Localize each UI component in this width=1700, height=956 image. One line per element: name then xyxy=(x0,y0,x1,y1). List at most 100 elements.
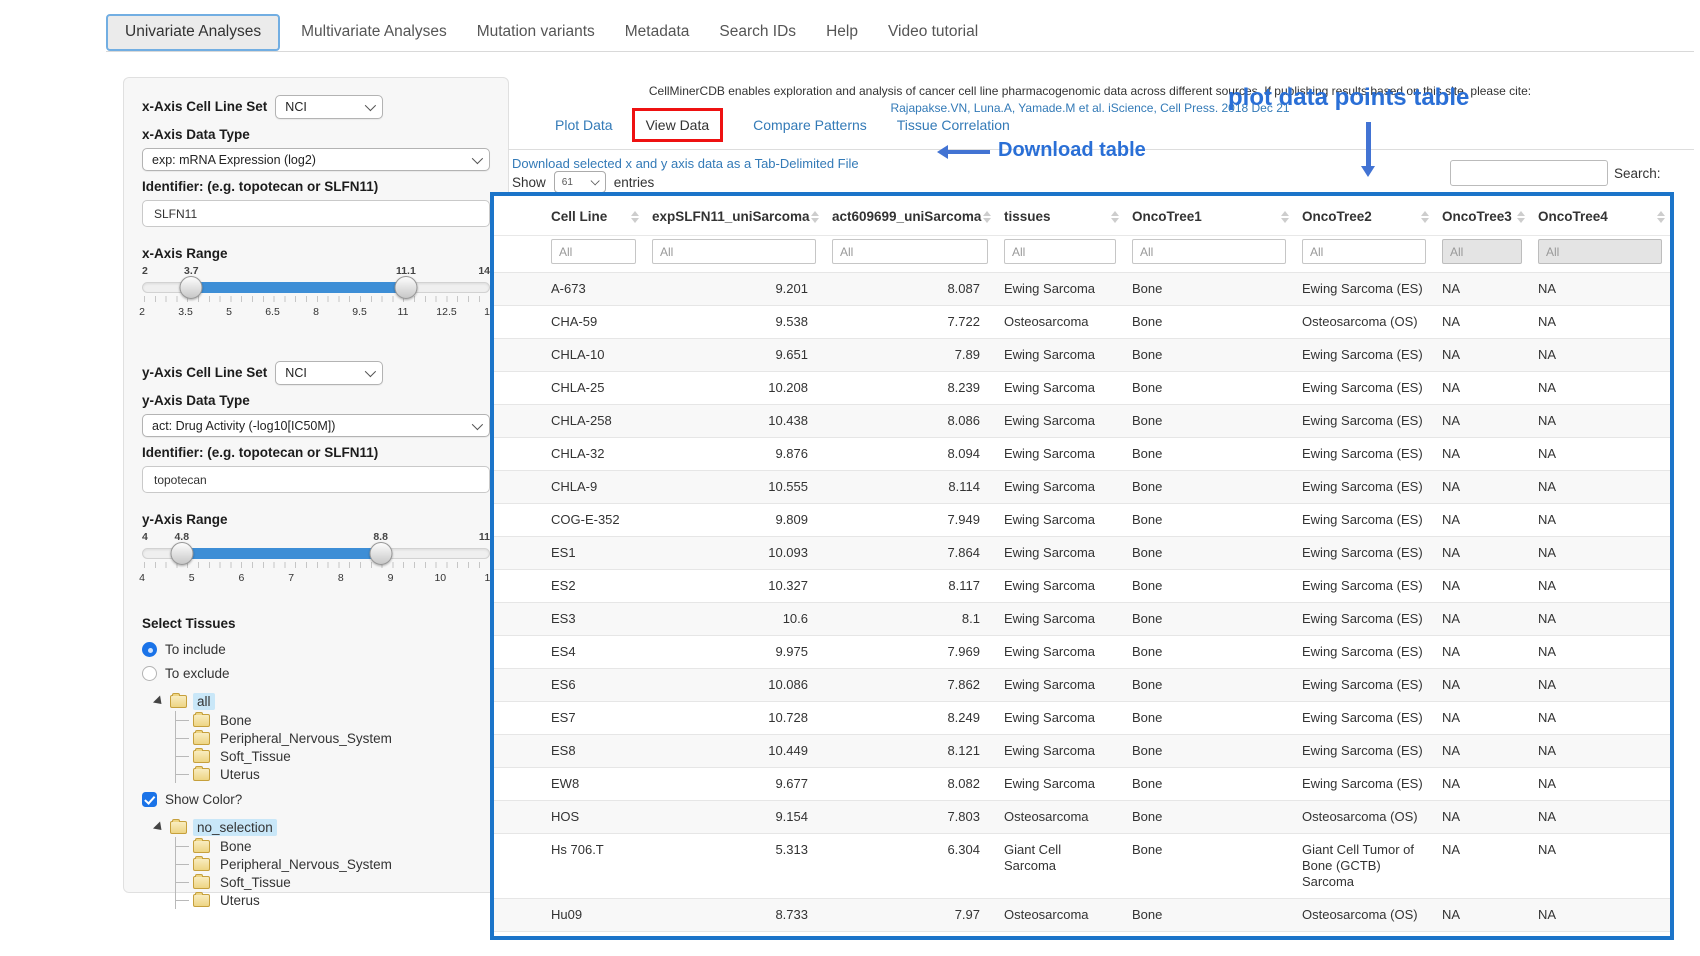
tree-node-uterus[interactable]: Uterus xyxy=(176,891,490,909)
cell-oncotree3: NA xyxy=(1434,273,1530,306)
cell-tissues: Osteosarcoma xyxy=(996,801,1124,834)
column-header-cell-line[interactable]: Cell Line xyxy=(494,196,644,236)
tree-node-peripheral-nervous-system[interactable]: Peripheral_Nervous_System xyxy=(176,729,490,747)
filter-input-oncotree1[interactable] xyxy=(1132,239,1286,264)
tree-node-soft-tissue[interactable]: Soft_Tissue xyxy=(176,873,490,891)
cell-oncotree4: NA xyxy=(1530,537,1670,570)
filter-input-oncotree3[interactable] xyxy=(1442,239,1522,264)
view-tab-view-data[interactable]: View Data xyxy=(646,117,710,133)
y-identifier-input[interactable] xyxy=(142,466,490,493)
filter-input-expslfn11-unisarcoma[interactable] xyxy=(652,239,816,264)
sort-icon[interactable] xyxy=(1421,211,1429,223)
data-table: Cell LineexpSLFN11_uniSarcomaact609699_u… xyxy=(494,196,1670,940)
tree-expand-icon[interactable] xyxy=(153,695,165,707)
folder-icon xyxy=(193,858,210,871)
y-cell-line-set-select[interactable]: NCI xyxy=(275,361,383,385)
table-row: Hu098.7337.97OsteosarcomaBoneOsteosarcom… xyxy=(494,899,1670,932)
slider-tick-label: 10 xyxy=(434,572,446,584)
search-input[interactable] xyxy=(1450,160,1608,186)
tree-node-bone[interactable]: Bone xyxy=(176,837,490,855)
cell-oncotree2: Giant Cell Tumor of Bone (GCTB) Sarcoma xyxy=(1294,834,1434,899)
tree-expand-icon[interactable] xyxy=(153,821,165,833)
nav-tab-help[interactable]: Help xyxy=(811,14,873,51)
radio-to-include[interactable]: To include xyxy=(142,642,490,657)
column-header-oncotree3[interactable]: OncoTree3 xyxy=(1434,196,1530,236)
tree-node-no-selection[interactable]: no_selection xyxy=(154,817,490,837)
cell-cell-line: CHLA-9 xyxy=(494,471,644,504)
column-header-oncotree4[interactable]: OncoTree4 xyxy=(1530,196,1670,236)
slider-tick-label: 4 xyxy=(139,572,145,584)
tree-node-bone[interactable]: Bone xyxy=(176,711,490,729)
cell-act609699-unisarcoma: 7.803 xyxy=(824,801,996,834)
table-row: ES610.0867.862Ewing SarcomaBoneEwing Sar… xyxy=(494,669,1670,702)
sort-icon[interactable] xyxy=(1281,211,1289,223)
nav-tab-univariate-analyses[interactable]: Univariate Analyses xyxy=(106,14,280,51)
slider-handle-low[interactable] xyxy=(180,276,203,299)
sort-icon[interactable] xyxy=(811,211,819,223)
sort-icon[interactable] xyxy=(983,211,991,223)
slider-handle-high[interactable] xyxy=(394,276,417,299)
nav-tab-video-tutorial[interactable]: Video tutorial xyxy=(873,14,993,51)
cell-oncotree4: NA xyxy=(1530,372,1670,405)
filter-input-tissues[interactable] xyxy=(1004,239,1116,264)
download-tab-delimited-link[interactable]: Download selected x and y axis data as a… xyxy=(512,156,859,171)
filter-input-oncotree2[interactable] xyxy=(1302,239,1426,264)
column-header-oncotree2[interactable]: OncoTree2 xyxy=(1294,196,1434,236)
sort-icon[interactable] xyxy=(1517,211,1525,223)
cell-expslfn11-unisarcoma: 9.876 xyxy=(644,438,824,471)
radio-to-exclude[interactable]: To exclude xyxy=(142,666,490,681)
column-header-act609699-unisarcoma[interactable]: act609699_uniSarcoma xyxy=(824,196,996,236)
sort-icon[interactable] xyxy=(1111,211,1119,223)
filter-input-act609699-unisarcoma[interactable] xyxy=(832,239,988,264)
cell-oncotree3: NA xyxy=(1434,899,1530,932)
cell-tissues: Ewing Sarcoma xyxy=(996,570,1124,603)
column-header-expslfn11-unisarcoma[interactable]: expSLFN11_uniSarcoma xyxy=(644,196,824,236)
nav-tab-multivariate-analyses[interactable]: Multivariate Analyses xyxy=(286,14,462,51)
x-cell-line-set-row: x-Axis Cell Line Set NCI xyxy=(142,95,490,119)
tree-node-uterus[interactable]: Uterus xyxy=(176,765,490,783)
tree-node-soft-tissue[interactable]: Soft_Tissue xyxy=(176,747,490,765)
cell-oncotree4: NA xyxy=(1530,768,1670,801)
x-data-type-select[interactable]: exp: mRNA Expression (log2) xyxy=(142,148,490,171)
cell-oncotree3: NA xyxy=(1434,603,1530,636)
y-data-type-select[interactable]: act: Drug Activity (-log10[IC50M]) xyxy=(142,414,490,437)
show-color-checkbox-row[interactable]: Show Color? xyxy=(142,792,490,807)
cell-oncotree4: NA xyxy=(1530,471,1670,504)
cell-oncotree2: Ewing Sarcoma (ES) xyxy=(1294,405,1434,438)
nav-tab-metadata[interactable]: Metadata xyxy=(610,14,705,51)
slider-handle-low[interactable] xyxy=(170,542,193,565)
table-row: ES110.0937.864Ewing SarcomaBoneEwing Sar… xyxy=(494,537,1670,570)
cell-oncotree1: Bone xyxy=(1124,669,1294,702)
nav-tab-mutation-variants[interactable]: Mutation variants xyxy=(462,14,610,51)
slider-handle-high[interactable] xyxy=(369,542,392,565)
cell-expslfn11-unisarcoma: 9.677 xyxy=(644,768,824,801)
cell-expslfn11-unisarcoma: 9.651 xyxy=(644,339,824,372)
filter-input-cell-line[interactable] xyxy=(551,239,636,264)
filter-cell xyxy=(824,236,996,273)
tree-node-peripheral-nervous-system[interactable]: Peripheral_Nervous_System xyxy=(176,855,490,873)
view-tab-tissue-correlation[interactable]: Tissue Correlation xyxy=(897,117,1010,133)
x-data-type-value: exp: mRNA Expression (log2) xyxy=(152,153,316,167)
column-header-oncotree1[interactable]: OncoTree1 xyxy=(1124,196,1294,236)
cell-act609699-unisarcoma: 8.094 xyxy=(824,438,996,471)
table-row: CHLA-25810.4388.086Ewing SarcomaBoneEwin… xyxy=(494,405,1670,438)
x-identifier-input[interactable] xyxy=(142,200,490,227)
nav-tab-search-ids[interactable]: Search IDs xyxy=(704,14,811,51)
annotation-plot-data-points-table: plot data points table xyxy=(1228,84,1469,112)
view-tab-compare-patterns[interactable]: Compare Patterns xyxy=(753,117,867,133)
show-entries-control: Show 61 entries xyxy=(512,171,654,193)
entries-count-select[interactable]: 61 xyxy=(554,171,606,193)
folder-icon xyxy=(170,821,187,834)
filter-input-oncotree4[interactable] xyxy=(1538,239,1662,264)
sort-icon[interactable] xyxy=(631,211,639,223)
tree-node-label: Peripheral_Nervous_System xyxy=(216,730,396,747)
cell-oncotree2: Ewing Sarcoma (ES) xyxy=(1294,636,1434,669)
tree-node-label: Bone xyxy=(216,712,256,729)
x-cell-line-set-select[interactable]: NCI xyxy=(275,95,383,119)
cell-oncotree3: NA xyxy=(1434,372,1530,405)
column-header-tissues[interactable]: tissues xyxy=(996,196,1124,236)
sort-icon[interactable] xyxy=(1657,211,1665,223)
tree-node-all[interactable]: all xyxy=(154,691,490,711)
view-tab-plot-data[interactable]: Plot Data xyxy=(555,117,613,133)
chevron-down-icon xyxy=(365,100,376,111)
